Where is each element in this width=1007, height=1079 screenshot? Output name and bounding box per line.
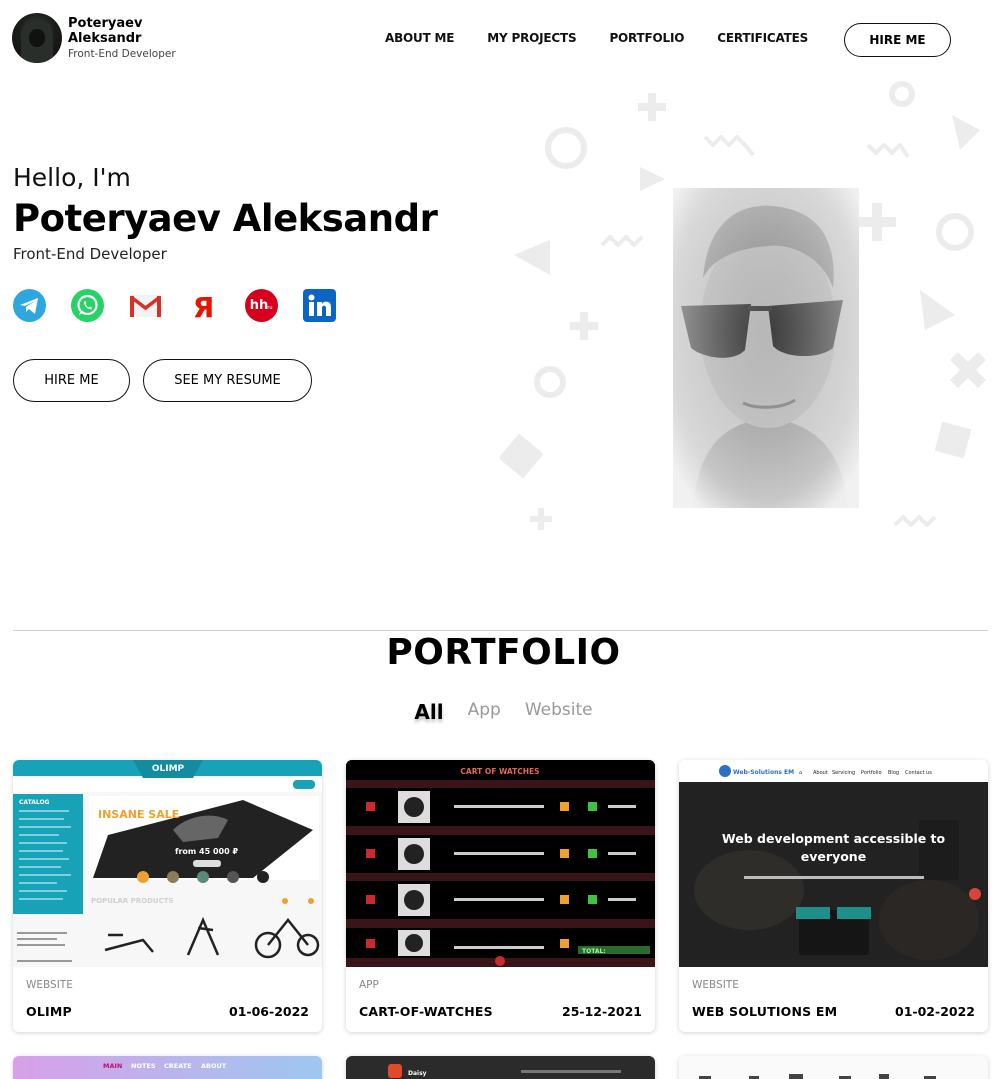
card-title: OLIMP	[26, 1004, 72, 1019]
hero-role: Front-End Developer	[13, 245, 167, 263]
hh-icon[interactable]: hh ru	[245, 289, 278, 322]
svg-text:ABOUT: ABOUT	[201, 1062, 227, 1070]
olimp-logo: OLIMP	[152, 764, 185, 774]
nav-about-me[interactable]: ABOUT ME	[385, 31, 454, 45]
svg-text:CATALOG: CATALOG	[19, 799, 50, 806]
svg-text:CREATE: CREATE	[164, 1062, 192, 1070]
filter-all[interactable]: All	[402, 700, 455, 728]
cart-of-watches-thumbnail: CART OF WATCHES TOTAL:	[346, 760, 655, 967]
svg-text:Portfolio: Portfolio	[861, 770, 882, 776]
svg-text:Contact us: Contact us	[905, 770, 932, 776]
nav-my-projects[interactable]: MY PROJECTS	[487, 31, 576, 45]
svg-text:POPULAR PRODUCTS: POPULAR PRODUCTS	[91, 897, 174, 905]
svg-text:⌂: ⌂	[799, 770, 802, 776]
card-date: 01-02-2022	[895, 1004, 975, 1019]
svg-text:Web-Solutions EM: Web-Solutions EM	[733, 769, 794, 776]
card-title: CART-OF-WATCHES	[359, 1004, 493, 1019]
yandex-icon[interactable]: Я	[187, 289, 220, 322]
see-resume-button[interactable]: SEE MY RESUME	[143, 359, 312, 402]
svg-text:Blog: Blog	[888, 770, 899, 776]
olimp-thumbnail: OLIMP CATALOG INSANE SALE from 45 000 ₽ …	[13, 760, 322, 967]
portfolio-filters: All App Website	[0, 700, 1007, 728]
nav-portfolio[interactable]: PORTFOLIO	[609, 31, 684, 45]
svg-text:NOTES: NOTES	[131, 1062, 156, 1070]
whatsapp-icon[interactable]	[71, 289, 104, 322]
portfolio-title: PORTFOLIO	[386, 632, 621, 673]
daisy-thumbnail: Daisy	[346, 1056, 655, 1079]
brand-role: Front-End Developer	[68, 48, 176, 60]
notes-thumbnail: MAIN NOTES CREATE ABOUT	[13, 1056, 322, 1079]
svg-text:INSANE SALE: INSANE SALE	[98, 808, 179, 821]
svg-text:from 45 000 ₽: from 45 000 ₽	[175, 847, 238, 856]
svg-text:Я: Я	[193, 291, 215, 322]
brand[interactable]: Poteryaev Aleksandr Front-End Developer	[12, 13, 176, 63]
portfolio-card-web-solutions-em[interactable]: Web-Solutions EM ⌂ About Servicing Portf…	[679, 760, 988, 1032]
telegram-icon[interactable]	[13, 289, 46, 322]
card-title: WEB SOLUTIONS EM	[692, 1004, 838, 1019]
main-nav: ABOUT ME MY PROJECTS PORTFOLIO CERTIFICA…	[385, 31, 808, 45]
svg-text:ru: ru	[267, 305, 272, 311]
header-hire-me-button[interactable]: HIRE ME	[844, 23, 951, 57]
card-category: APP	[359, 979, 379, 991]
card-date: 25-12-2021	[562, 1004, 642, 1019]
svg-text:About: About	[813, 770, 828, 776]
social-links: Я hh ru	[13, 289, 336, 322]
web-solutions-thumbnail: Web-Solutions EM ⌂ About Servicing Portf…	[679, 760, 988, 967]
next-thumbnail	[679, 1056, 988, 1079]
brand-name: Poteryaev Aleksandr	[68, 16, 143, 46]
hire-me-button[interactable]: HIRE ME	[13, 359, 130, 402]
svg-text:hh: hh	[250, 298, 269, 313]
portfolio-card-next[interactable]	[679, 1056, 988, 1079]
svg-text:MAIN: MAIN	[103, 1062, 122, 1070]
filter-website[interactable]: Website	[513, 700, 605, 728]
gmail-icon[interactable]	[129, 289, 162, 322]
avatar	[12, 13, 62, 63]
svg-text:CART OF WATCHES: CART OF WATCHES	[460, 767, 539, 776]
linkedin-icon[interactable]	[303, 289, 336, 322]
filter-app[interactable]: App	[456, 700, 513, 728]
portfolio-card-notes[interactable]: MAIN NOTES CREATE ABOUT	[13, 1056, 322, 1079]
nav-certificates[interactable]: CERTIFICATES	[717, 31, 808, 45]
card-date: 01-06-2022	[229, 1004, 309, 1019]
svg-text:TOTAL:: TOTAL:	[582, 948, 606, 955]
site-header: Poteryaev Aleksandr Front-End Developer …	[0, 0, 1007, 80]
card-category: WEBSITE	[692, 979, 739, 991]
portfolio-card-daisy[interactable]: Daisy	[346, 1056, 655, 1079]
portfolio-card-olimp[interactable]: OLIMP CATALOG INSANE SALE from 45 000 ₽ …	[13, 760, 322, 1032]
hero-name: Poteryaev Aleksandr	[13, 197, 438, 240]
card-category: WEBSITE	[26, 979, 73, 991]
svg-text:Servicing: Servicing	[832, 770, 855, 776]
svg-text:Daisy: Daisy	[408, 1070, 427, 1077]
hero-actions: HIRE ME SEE MY RESUME	[13, 359, 312, 402]
hero-greeting: Hello, I'm	[13, 163, 131, 192]
portfolio-card-cart-of-watches[interactable]: CART OF WATCHES TOTAL: APP CART-OF-WATCH…	[346, 760, 655, 1032]
profile-photo	[673, 188, 859, 508]
